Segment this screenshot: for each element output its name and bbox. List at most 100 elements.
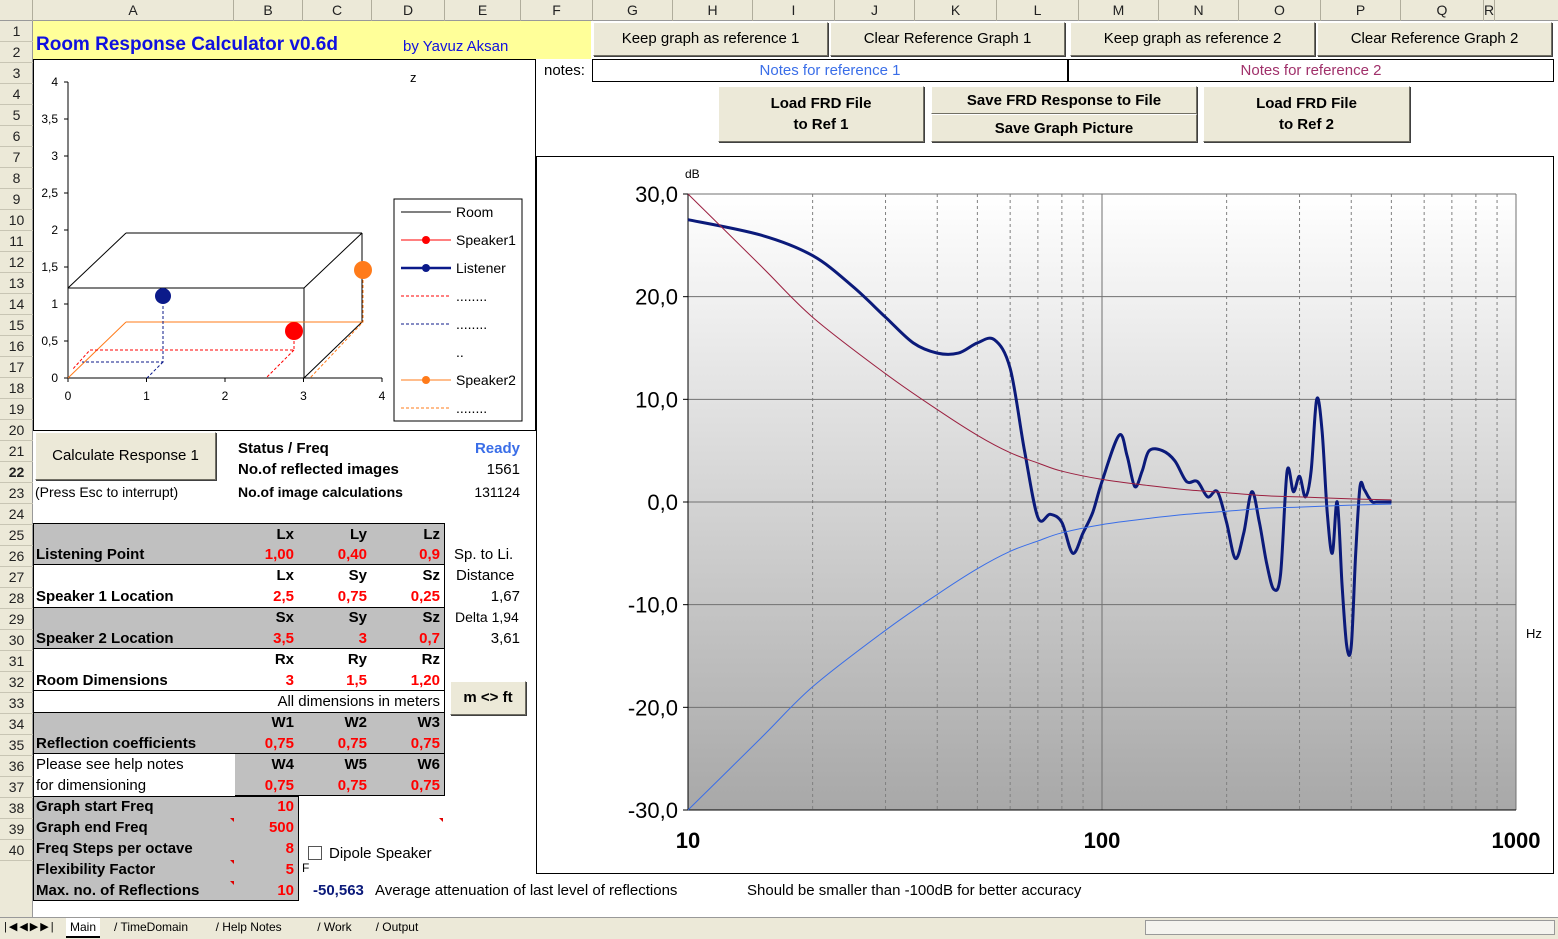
row-header-11[interactable]: 11 [0,231,33,252]
row-header-30[interactable]: 30 [0,630,33,651]
sheet-tab-help-notes[interactable]: / Help Notes [212,918,286,936]
column-header-F[interactable]: F [521,0,593,21]
row-header-37[interactable]: 37 [0,777,33,798]
w4-value[interactable]: 0,75 [265,777,294,794]
column-header-L[interactable]: L [997,0,1079,21]
row-header-14[interactable]: 14 [0,294,33,315]
column-header-E[interactable]: E [445,0,521,21]
row-header-39[interactable]: 39 [0,819,33,840]
row-header-26[interactable]: 26 [0,546,33,567]
clear-ref1-button[interactable]: Clear Reference Graph 1 [830,22,1065,56]
row-header-25[interactable]: 25 [0,525,33,546]
row-header-31[interactable]: 31 [0,651,33,672]
speaker2-x-value[interactable]: 3,5 [273,630,294,647]
speaker2-y-value[interactable]: 3 [359,630,367,647]
row-header-36[interactable]: 36 [0,756,33,777]
row-header-8[interactable]: 8 [0,168,33,189]
notes-ref2-field[interactable]: Notes for reference 2 [1068,59,1554,82]
select-all-corner[interactable] [0,0,33,21]
room-z-value[interactable]: 1,20 [411,672,440,689]
row-header-10[interactable]: 10 [0,210,33,231]
row-header-23[interactable]: 23 [0,483,33,504]
column-header-I[interactable]: I [753,0,835,21]
clear-ref2-button[interactable]: Clear Reference Graph 2 [1317,22,1552,56]
listening-lz-value[interactable]: 0,9 [419,546,440,563]
row-header-4[interactable]: 4 [0,84,33,105]
column-header-J[interactable]: J [835,0,915,21]
end-freq-value[interactable]: 500 [269,819,294,836]
room-x-value[interactable]: 3 [286,672,294,689]
dipole-checkbox[interactable] [308,846,322,860]
max-reflections-value[interactable]: 10 [277,882,294,899]
w1-value[interactable]: 0,75 [265,735,294,752]
listening-ly-value[interactable]: 0,40 [338,546,367,563]
tab-nav-arrows[interactable]: |◀◀▶▶| [4,920,56,933]
row-header-35[interactable]: 35 [0,735,33,756]
row-header-40[interactable]: 40 [0,840,33,861]
column-header-R[interactable]: R [1484,0,1496,21]
column-header-G[interactable]: G [593,0,673,21]
column-header-M[interactable]: M [1079,0,1159,21]
sheet-tab-work[interactable]: / Work [313,918,355,936]
row-header-9[interactable]: 9 [0,189,33,210]
row-header-7[interactable]: 7 [0,147,33,168]
row-header-13[interactable]: 13 [0,273,33,294]
row-header-22[interactable]: 22 [0,462,33,483]
row-header-32[interactable]: 32 [0,672,33,693]
row-header-2[interactable]: 2 [0,42,33,63]
row-header-19[interactable]: 19 [0,399,33,420]
row-header-38[interactable]: 38 [0,798,33,819]
row-header-17[interactable]: 17 [0,357,33,378]
w3-value[interactable]: 0,75 [411,735,440,752]
row-header-34[interactable]: 34 [0,714,33,735]
speaker1-y-value[interactable]: 0,75 [338,588,367,605]
flex-factor-value[interactable]: 5 [286,861,294,878]
save-frd-button[interactable]: Save FRD Response to File [931,86,1197,114]
row-header-33[interactable]: 33 [0,693,33,714]
row-header-29[interactable]: 29 [0,609,33,630]
room-y-value[interactable]: 1,5 [346,672,367,689]
column-header-D[interactable]: D [372,0,445,21]
keep-ref2-button[interactable]: Keep graph as reference 2 [1070,22,1315,56]
column-header-Q[interactable]: Q [1401,0,1484,21]
sheet-tab-timedomain[interactable]: / TimeDomain [110,918,192,936]
row-header-18[interactable]: 18 [0,378,33,399]
load-frd-ref2-button[interactable]: Load FRD File to Ref 2 [1203,86,1410,142]
column-header-H[interactable]: H [673,0,753,21]
row-header-27[interactable]: 27 [0,567,33,588]
column-header-P[interactable]: P [1321,0,1401,21]
speaker1-z-value[interactable]: 0,25 [411,588,440,605]
row-header-6[interactable]: 6 [0,126,33,147]
w5-value[interactable]: 0,75 [338,777,367,794]
column-header-N[interactable]: N [1159,0,1239,21]
row-header-1[interactable]: 1 [0,21,33,42]
units-toggle-button[interactable]: m <> ft [450,681,526,715]
row-header-20[interactable]: 20 [0,420,33,441]
start-freq-value[interactable]: 10 [277,798,294,815]
notes-ref1-field[interactable]: Notes for reference 1 [592,59,1068,82]
calculate-response-button[interactable]: Calculate Response 1 [35,432,216,480]
column-header-O[interactable]: O [1239,0,1321,21]
room-3d-chart[interactable]: 4 3,5 3 2,5 2 1,5 1 0,5 0 0 1 2 3 4 z Room Speaker1 Lis… [33,59,536,431]
row-header-15[interactable]: 15 [0,315,33,336]
sheet-tab-output[interactable]: / Output [372,918,423,936]
horizontal-scrollbar[interactable] [1145,920,1555,935]
row-header-28[interactable]: 28 [0,588,33,609]
row-header-5[interactable]: 5 [0,105,33,126]
w6-value[interactable]: 0,75 [411,777,440,794]
column-header-A[interactable]: A [33,0,234,21]
frequency-response-chart[interactable]: 30,0 20,0 10,0 0,0 -10,0 -20,0 -30,0 10 100 1000 … [536,156,1554,874]
freq-steps-value[interactable]: 8 [286,840,294,857]
row-header-12[interactable]: 12 [0,252,33,273]
listening-lx-value[interactable]: 1,00 [265,546,294,563]
sheet-tab-main[interactable]: Main [66,918,101,938]
w2-value[interactable]: 0,75 [338,735,367,752]
keep-ref1-button[interactable]: Keep graph as reference 1 [593,22,828,56]
speaker1-x-value[interactable]: 2,5 [273,588,294,605]
speaker2-z-value[interactable]: 0,7 [419,630,440,647]
column-header-B[interactable]: B [234,0,303,21]
column-header-K[interactable]: K [915,0,997,21]
row-header-16[interactable]: 16 [0,336,33,357]
row-header-24[interactable]: 24 [0,504,33,525]
load-frd-ref1-button[interactable]: Load FRD File to Ref 1 [718,86,924,142]
